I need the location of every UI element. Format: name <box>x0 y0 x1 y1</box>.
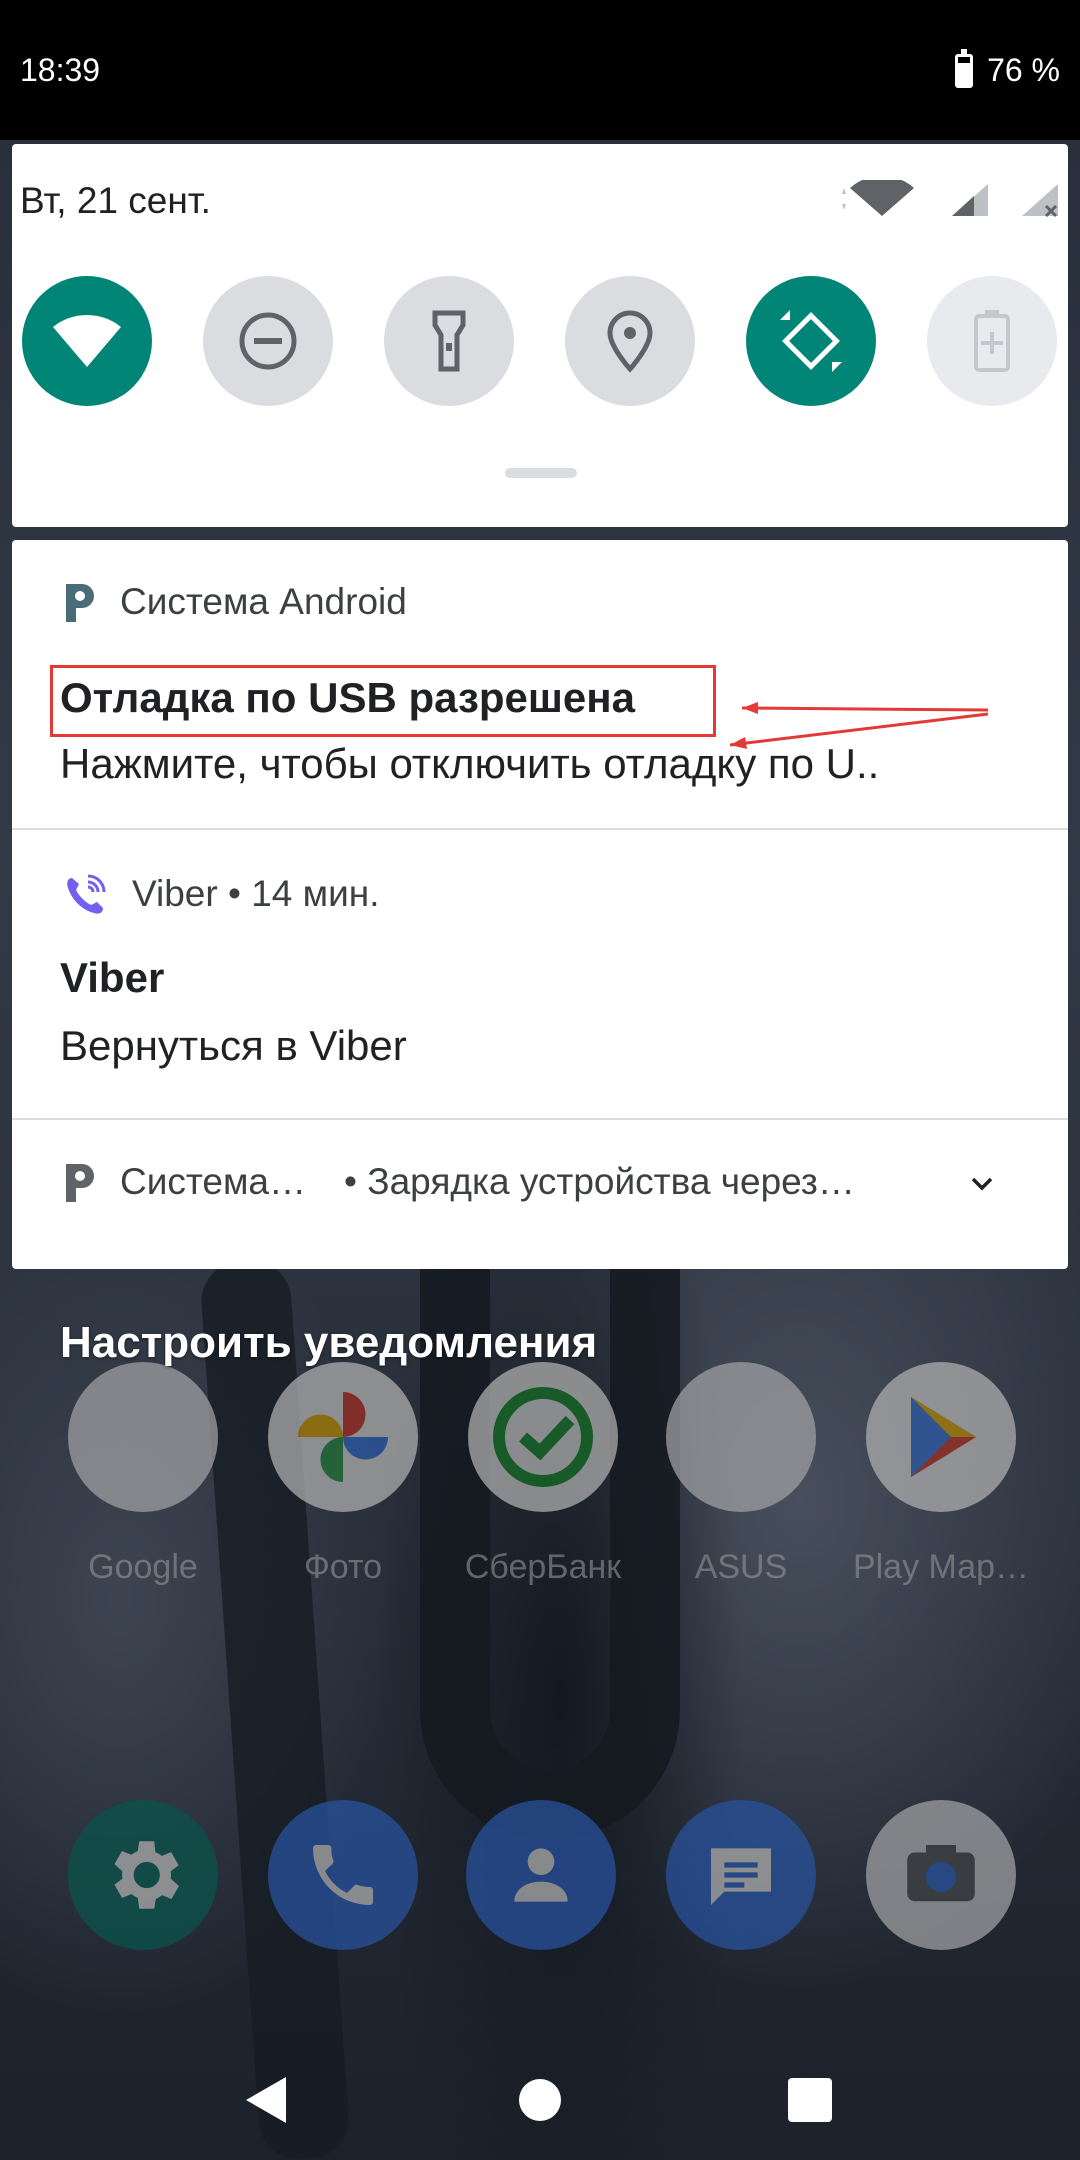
qs-tiles <box>22 276 1062 406</box>
flashlight-icon <box>432 310 466 372</box>
wifi-icon <box>53 314 121 367</box>
notification-app-name: Система… <box>120 1161 307 1202</box>
notification-viber[interactable]: Viber • 14 мин. Viber Вернуться в Viber <box>12 830 1068 1118</box>
cell-signal-no-sim-icon <box>1022 184 1058 218</box>
qs-drag-handle[interactable] <box>505 468 577 478</box>
notification-title: Viber <box>60 954 165 1001</box>
wifi-signal-icon <box>842 180 914 216</box>
viber-icon <box>67 874 106 914</box>
notification-app-name: Viber • 14 мин. <box>132 873 380 914</box>
network-indicators <box>842 180 1062 220</box>
back-icon <box>246 2077 286 2123</box>
qs-tile-location[interactable] <box>565 276 695 406</box>
battery-indicator: 76 % <box>955 48 1060 89</box>
battery-icon <box>955 48 974 88</box>
home-icon <box>519 2079 561 2121</box>
nav-home-button[interactable] <box>510 2070 570 2130</box>
notification-text: Нажмите, чтобы отключить отладку по U.. <box>60 740 880 787</box>
qs-tile-auto-rotate[interactable] <box>746 276 876 406</box>
qs-tile-wifi[interactable] <box>22 276 152 406</box>
nav-recents-button[interactable] <box>780 2070 840 2130</box>
annotation-highlight-box <box>50 665 716 737</box>
nav-back-button[interactable] <box>236 2070 296 2130</box>
qs-tile-flashlight[interactable] <box>384 276 514 406</box>
cell-signal-icon <box>952 184 988 216</box>
qs-date[interactable]: Вт, 21 сент. <box>20 180 211 222</box>
status-time: 18:39 <box>20 52 101 88</box>
chevron-down-icon[interactable] <box>970 1176 994 1192</box>
quick-settings-panel: Вт, 21 сент. <box>12 144 1068 527</box>
notification-header: Viber • 14 мин. <box>62 870 379 918</box>
notification-header: Система Android <box>62 580 407 624</box>
location-icon <box>607 310 653 373</box>
qs-tile-battery-saver[interactable] <box>927 276 1057 406</box>
notification-text: Вернуться в Viber <box>60 1022 407 1069</box>
battery-percent: 76 % <box>987 52 1060 88</box>
qs-tile-dnd[interactable] <box>203 276 333 406</box>
notification-text: • Зарядка устройства через… <box>344 1161 855 1202</box>
auto-rotate-icon <box>780 310 842 372</box>
recents-icon <box>788 2078 832 2122</box>
android-system-icon <box>66 584 94 622</box>
navigation-bar <box>0 2040 1080 2160</box>
android-system-icon <box>66 1164 94 1202</box>
status-bar: 18:39 76 % <box>0 0 1080 140</box>
notification-charging[interactable]: Система… • Зарядка устройства через… <box>12 1120 1068 1269</box>
battery-saver-icon <box>974 310 1010 372</box>
do-not-disturb-icon <box>239 312 297 370</box>
setup-notifications-button[interactable]: Настроить уведомления <box>60 1318 597 1368</box>
notification-header: Система… • Зарядка устройства через… <box>62 1160 855 1204</box>
notification-app-name: Система Android <box>120 581 407 622</box>
notification-list: Система Android Отладка по USB разрешена… <box>12 540 1068 1269</box>
